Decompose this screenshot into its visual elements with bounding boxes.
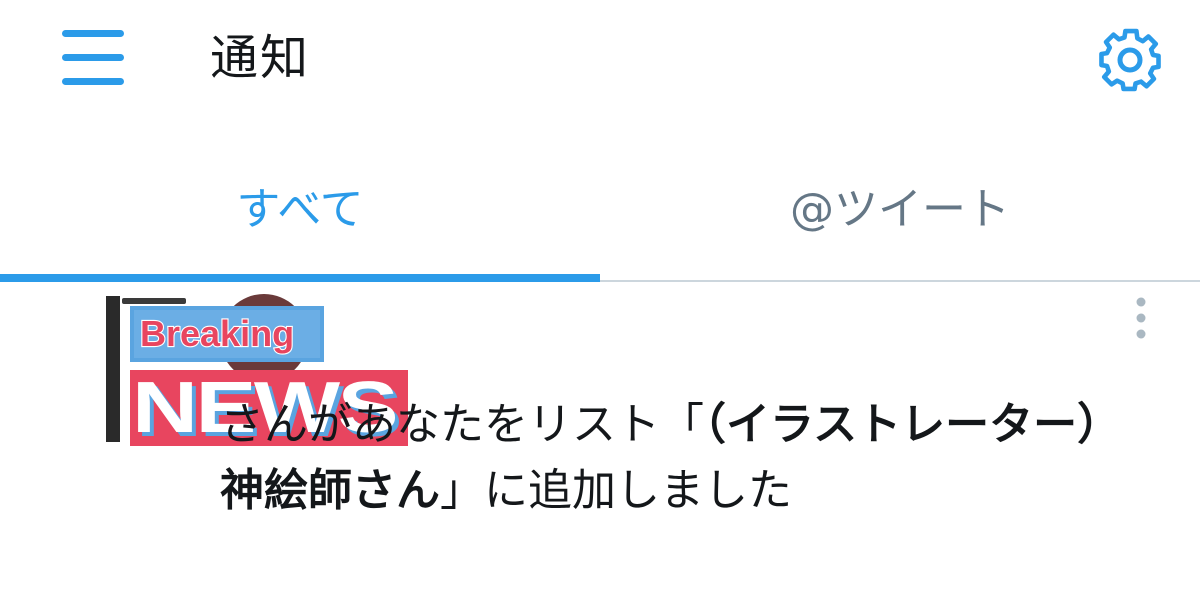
tab-all[interactable]: すべて (0, 160, 600, 280)
notification-tabs: すべて @ツイート (0, 160, 1200, 282)
notification-message-suffix: 」に追加しました (440, 465, 792, 516)
breaking-label: Breaking (140, 313, 294, 354)
notification-message-prefix: さんがあなたをリスト「 (220, 399, 704, 450)
notifications-screen: 通知 すべて @ツイート Breaking NEWS NEWS さんがあなたをリ… (0, 0, 1200, 594)
notification-message: さんがあなたをリスト「（イラストレーター）神絵師さん」に追加しました (220, 392, 1120, 524)
gear-icon[interactable] (1096, 26, 1164, 94)
notification-item[interactable]: Breaking NEWS NEWS さんがあなたをリスト「（イラストレーター）… (0, 282, 1200, 594)
tab-mentions[interactable]: @ツイート (600, 160, 1200, 280)
vertical-dots-icon[interactable] (1126, 294, 1156, 344)
hamburger-menu-icon[interactable] (56, 22, 128, 92)
active-tab-indicator (0, 274, 600, 282)
app-header: 通知 (0, 0, 1200, 120)
page-title: 通知 (210, 30, 311, 86)
